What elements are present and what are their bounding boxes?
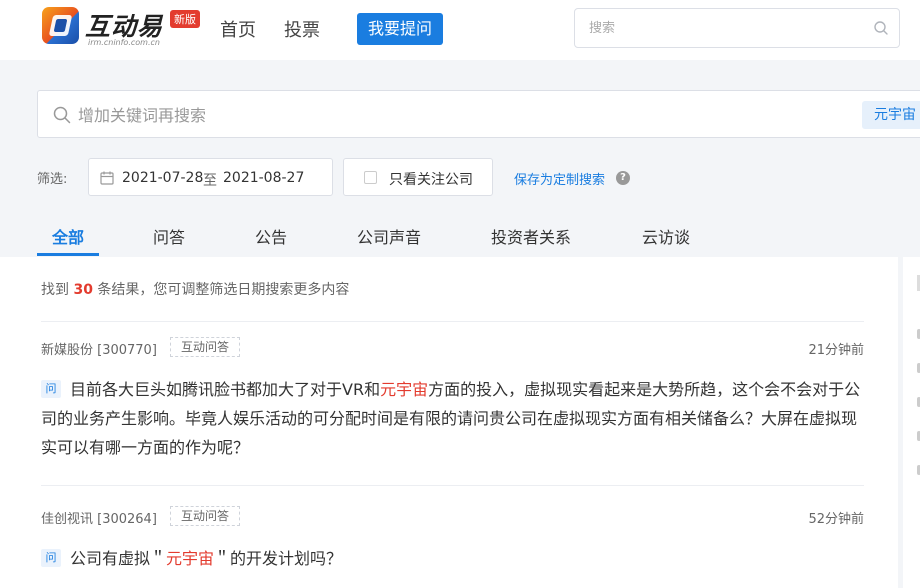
nav-vote[interactable]: 投票 xyxy=(284,16,320,42)
keyword-search-input[interactable] xyxy=(78,103,838,127)
date-range-picker[interactable]: 2021-07-28 至 2021-08-27 xyxy=(88,158,333,196)
results-suffix: 条结果，您可调整筛选日期搜索更多内容 xyxy=(97,282,350,298)
top-search-box[interactable] xyxy=(574,8,900,48)
question-text[interactable]: 目前各大巨头如腾讯脸书都加大了对于VR和元宇宙方面的投入，虚拟现实看起来是大势所… xyxy=(41,375,867,462)
top-bar: 互动易 新版 irm.cninfo.com.cn 首页 投票 我要提问 xyxy=(0,0,920,60)
tab-cloud-interview[interactable]: 云访谈 xyxy=(642,224,690,248)
keyword-highlight: 元宇宙 xyxy=(166,549,215,568)
logo-domain: irm.cninfo.com.cn xyxy=(88,38,160,47)
tab-company-voice[interactable]: 公司声音 xyxy=(357,224,421,248)
top-search-input[interactable] xyxy=(589,18,859,38)
keyword-tag[interactable]: 元宇宙 xyxy=(862,101,920,129)
follow-only-checkbox[interactable] xyxy=(364,171,377,184)
tab-announcements[interactable]: 公告 xyxy=(255,224,287,248)
logo[interactable]: 互动易 新版 irm.cninfo.com.cn xyxy=(42,7,202,49)
type-tag: 互动问答 xyxy=(170,337,241,357)
follow-only-label: 只看关注公司 xyxy=(389,172,473,188)
calendar-icon xyxy=(100,170,114,189)
timestamp: 52分钟前 xyxy=(808,512,864,527)
divider xyxy=(41,321,864,322)
follow-only-filter[interactable]: 只看关注公司 xyxy=(343,158,493,196)
ask-question-button[interactable]: 我要提问 xyxy=(357,13,443,45)
search-icon xyxy=(53,106,71,128)
question-text-part: 公司有虚拟＂ xyxy=(70,549,167,568)
question-text[interactable]: 公司有虚拟＂元宇宙＂的开发计划吗？ xyxy=(41,544,867,573)
results-summary: 找到 30 条结果，您可调整筛选日期搜索更多内容 xyxy=(41,279,349,299)
save-custom-search-link[interactable]: 保存为定制搜索 xyxy=(514,169,605,188)
results-count: 30 xyxy=(73,282,93,298)
help-icon[interactable]: ? xyxy=(616,171,630,185)
question-text-part: 目前各大巨头如腾讯脸书都加大了对于VR和 xyxy=(70,380,381,399)
keyword-highlight: 元宇宙 xyxy=(380,380,429,399)
date-start[interactable]: 2021-07-28 xyxy=(122,170,203,186)
date-separator: 至 xyxy=(203,173,217,189)
divider xyxy=(41,485,864,486)
right-sidebar xyxy=(903,257,920,588)
logo-icon xyxy=(42,7,79,44)
tab-all[interactable]: 全部 xyxy=(52,224,84,248)
timestamp: 21分钟前 xyxy=(808,343,864,358)
company-name[interactable]: 新媒股份 [300770] xyxy=(41,339,157,358)
tab-investor-relations[interactable]: 投资者关系 xyxy=(491,224,571,248)
question-text-part: ＂的开发计划吗？ xyxy=(214,549,343,568)
keyword-search-box[interactable]: 元宇宙 xyxy=(37,90,920,138)
active-tab-indicator xyxy=(37,253,99,256)
company-name[interactable]: 佳创视讯 [300264] xyxy=(41,508,157,527)
filter-label: 筛选: xyxy=(37,172,68,187)
new-version-badge: 新版 xyxy=(170,10,200,28)
type-tag: 互动问答 xyxy=(170,506,241,526)
tab-qa[interactable]: 问答 xyxy=(153,224,185,248)
search-icon[interactable] xyxy=(873,20,889,40)
results-prefix: 找到 xyxy=(41,282,69,298)
date-end[interactable]: 2021-08-27 xyxy=(223,170,304,186)
nav-home[interactable]: 首页 xyxy=(220,16,256,42)
